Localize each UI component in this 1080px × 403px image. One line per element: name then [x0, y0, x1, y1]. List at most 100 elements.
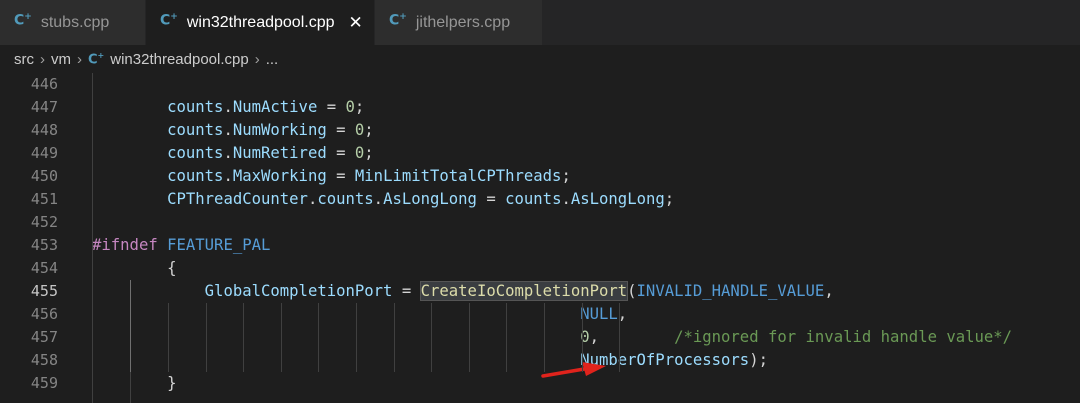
breadcrumb-item-vm[interactable]: vm	[51, 51, 71, 68]
indent-guide	[506, 303, 508, 372]
code-text: NULL,	[92, 303, 627, 326]
indent-guide	[205, 303, 207, 372]
line-number: 449	[30, 144, 58, 162]
cpp-file-icon: C+	[14, 12, 32, 29]
indent-guide	[168, 303, 169, 372]
code-line[interactable]: 450 counts.MaxWorking = MinLimitTotalCPT…	[0, 165, 1080, 188]
tab-bar: C+ stubs.cpp C+ win32threadpool.cpp ✕ C+…	[0, 0, 1080, 45]
tab-label: stubs.cpp	[40, 13, 110, 31]
code-line[interactable]: 453 #ifndef FEATURE_PAL	[0, 234, 1080, 257]
code-text: NumberOfProcessors);	[92, 349, 768, 372]
breadcrumb-item-src[interactable]: src	[14, 51, 34, 68]
indent-guide	[468, 303, 470, 372]
code-token: NULL	[580, 305, 618, 323]
code-token: ;	[354, 98, 365, 116]
code-token: ;	[364, 121, 374, 139]
code-text: GlobalCompletionPort = CreateIoCompletio…	[92, 280, 834, 303]
line-number: 458	[30, 351, 58, 369]
chevron-right-icon: ›	[254, 50, 260, 68]
code-token: ;	[561, 167, 571, 185]
code-token: );	[749, 351, 768, 369]
line-number: 459	[30, 374, 58, 392]
line-number: 457	[30, 328, 58, 346]
code-text: 0, /*ignored for invalid handle value*/	[92, 326, 1012, 349]
code-line[interactable]: 454 {	[0, 257, 1080, 280]
cpp-file-icon: C+	[160, 12, 178, 29]
line-number: 448	[30, 121, 58, 139]
code-token: AsLongLong	[383, 190, 477, 208]
code-token: GlobalCompletionPort	[204, 282, 393, 300]
code-token: NumRetired	[232, 144, 327, 162]
code-token: counts	[167, 144, 224, 162]
code-token: =	[326, 167, 355, 185]
code-token: AsLongLong	[570, 190, 665, 208]
indent-guide	[544, 303, 545, 372]
line-number: 455	[30, 282, 58, 300]
code-token: INVALID_HANDLE_VALUE	[636, 282, 825, 300]
annotation-arrow	[541, 362, 606, 378]
breadcrumb-item-file[interactable]: win32threadpool.cpp	[110, 51, 248, 68]
indent-guide	[318, 303, 320, 372]
line-number: 451	[30, 190, 58, 208]
code-token: counts	[167, 98, 224, 116]
code-token: ;	[664, 190, 675, 208]
code-token: (	[627, 282, 637, 300]
code-token: ,	[824, 282, 834, 300]
line-number: 446	[30, 75, 58, 93]
indent-guide	[619, 303, 621, 372]
code-token: FEATURE_PAL	[167, 236, 271, 254]
indent-guide	[581, 303, 583, 372]
code-token: MaxWorking	[232, 167, 327, 185]
code-line[interactable]: 452	[0, 211, 1080, 234]
code-text: }	[92, 372, 177, 395]
indent-guide	[280, 303, 282, 372]
code-line[interactable]: 455 GlobalCompletionPort = CreateIoCompl…	[0, 280, 1080, 303]
indent-guide	[92, 73, 93, 403]
indent-guide	[356, 303, 357, 372]
code-token: NumActive	[232, 98, 318, 116]
code-token: }	[92, 374, 177, 392]
cpp-file-icon: C+	[88, 50, 105, 68]
code-line[interactable]: 457 0, /*ignored for invalid handle valu…	[0, 326, 1080, 349]
code-token: /*ignored for invalid handle value*/	[674, 328, 1013, 346]
code-line[interactable]: 451 CPThreadCounter.counts.AsLongLong = …	[0, 188, 1080, 211]
code-line[interactable]: 448 counts.NumWorking = 0;	[0, 119, 1080, 142]
line-number: 456	[30, 305, 58, 323]
code-text: #ifndef FEATURE_PAL	[92, 234, 270, 257]
tab-stubs-cpp[interactable]: C+ stubs.cpp	[0, 0, 146, 45]
code-line[interactable]: 449 counts.NumRetired = 0;	[0, 142, 1080, 165]
code-token: counts	[167, 121, 224, 139]
code-token: CPThreadCounter	[167, 190, 308, 208]
code-text: counts.NumWorking = 0;	[92, 119, 374, 142]
breadcrumb-item-symbol[interactable]: ...	[266, 51, 279, 68]
line-number: 453	[30, 236, 58, 254]
code-token: MinLimitTotalCPThreads	[354, 167, 562, 185]
code-token: .	[223, 144, 233, 162]
code-token: .	[307, 190, 318, 208]
code-text: counts.MaxWorking = MinLimitTotalCPThrea…	[92, 165, 571, 188]
code-token: #ifndef	[92, 236, 158, 254]
code-line[interactable]: 456 NULL,	[0, 303, 1080, 326]
close-icon[interactable]: ✕	[345, 11, 367, 35]
tab-label: jithelpers.cpp	[415, 13, 511, 31]
tab-jithelpers-cpp[interactable]: C+ jithelpers.cpp	[375, 0, 543, 45]
line-number: 452	[30, 213, 58, 231]
code-token: .	[561, 190, 571, 208]
code-token: ,	[589, 328, 675, 346]
code-token: 0	[354, 121, 365, 139]
code-editor[interactable]: 459 } 458 NumberOfProcessors); 457 0, /*ig…	[0, 73, 1080, 403]
tab-win32threadpool-cpp[interactable]: C+ win32threadpool.cpp ✕	[146, 0, 375, 45]
line-number: 447	[30, 98, 58, 116]
code-text: counts.NumActive = 0;	[92, 96, 364, 119]
code-token: .	[373, 190, 384, 208]
code-line[interactable]: 446	[0, 73, 1080, 96]
code-token: .	[223, 121, 233, 139]
code-line[interactable]: 447 counts.NumActive = 0;	[0, 96, 1080, 119]
line-number: 454	[30, 259, 58, 277]
code-token: 0	[345, 98, 355, 116]
code-text: {	[92, 257, 176, 280]
